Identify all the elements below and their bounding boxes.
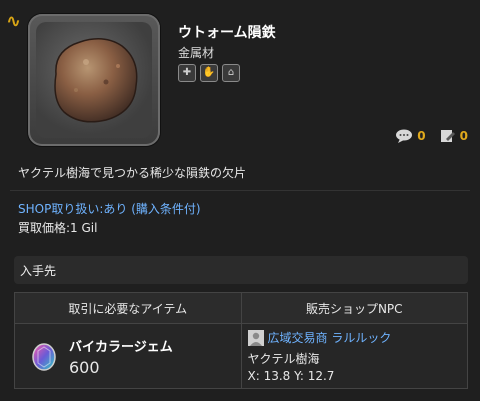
counts-bar: 0 0 [395, 128, 468, 144]
source-title: 入手先 [20, 264, 57, 278]
bicolor-gem-icon[interactable] [31, 342, 57, 372]
exchange-table: 取引に必要なアイテム 販売ショップNPC バイカラージェム 600 広域交易商 … [14, 292, 468, 389]
divider [10, 190, 470, 191]
link-icon[interactable]: ∿ [6, 13, 22, 31]
required-item-name[interactable]: バイカラージェム [69, 336, 173, 355]
item-icon-frame [28, 14, 160, 146]
item-category: 金属材 [178, 46, 215, 60]
npc-location: ヤクテル樹海 [247, 352, 320, 366]
item-name: ウトォーム隕鉄 [178, 25, 276, 41]
notes-count-button[interactable]: 0 [440, 128, 468, 144]
shop-label: SHOP取り扱い: [18, 202, 104, 216]
note-edit-icon [440, 130, 455, 142]
npc-cell: 広域交易商 ラルルック ヤクテル樹海 X: 13.8 Y: 12.7 [240, 323, 468, 389]
shop-availability: SHOP取り扱い:あり (購入条件付) [18, 200, 201, 217]
required-item-cell: バイカラージェム 600 [14, 323, 242, 389]
npc-name-link[interactable]: 広域交易商 ラルルック [268, 329, 392, 346]
notes-count: 0 [459, 129, 468, 143]
meteorite-icon [54, 38, 138, 123]
buyback-price: 買取価格:1 Gil [18, 221, 98, 235]
item-description: ヤクテル樹海で見つかる稀少な隕鉄の欠片 [18, 166, 247, 180]
required-item-quantity: 600 [69, 358, 100, 377]
shop-condition-link[interactable]: (購入条件付) [131, 202, 200, 216]
table-row: バイカラージェム 600 広域交易商 ラルルック ヤクテル樹海 X: 13.8 … [14, 323, 468, 389]
plus-icon: ✚ [178, 64, 196, 82]
header-required-item: 取引に必要なアイテム [14, 292, 242, 324]
header-shop-npc: 販売ショップNPC [240, 292, 468, 324]
speech-bubble-icon [396, 129, 413, 143]
person-icon [247, 330, 264, 346]
shop-availability-link[interactable]: あり [103, 202, 127, 216]
source-section-header: 入手先 [14, 256, 468, 284]
comments-count: 0 [417, 129, 426, 143]
npc-coordinates: X: 13.8 Y: 12.7 [247, 369, 335, 383]
item-badges: ✚ ✋ ⌂ [178, 64, 240, 82]
hand-icon: ✋ [200, 64, 218, 82]
comments-count-button[interactable]: 0 [395, 128, 426, 144]
market-icon: ⌂ [222, 64, 240, 82]
